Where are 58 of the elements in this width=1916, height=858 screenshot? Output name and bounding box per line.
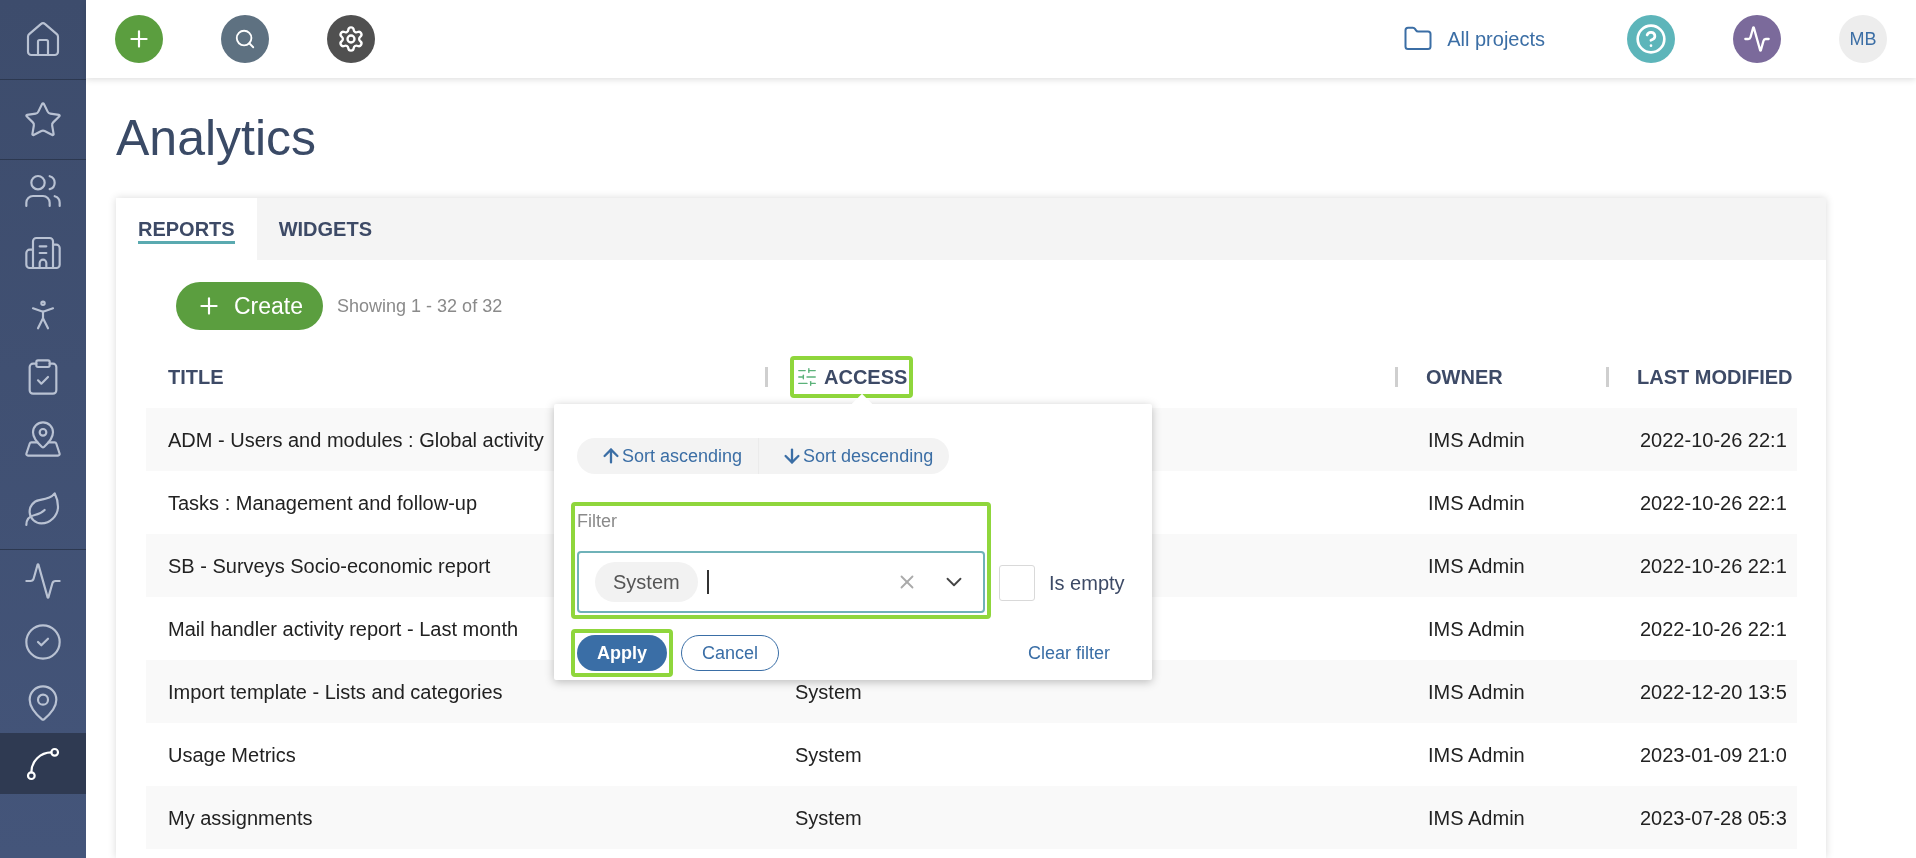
table-cell: My assignments bbox=[168, 806, 313, 829]
user-avatar[interactable]: MB bbox=[1839, 15, 1887, 63]
search-icon bbox=[234, 28, 256, 50]
table-cell: System bbox=[795, 680, 862, 703]
map-pin-icon bbox=[23, 419, 63, 459]
column-header[interactable]: TITLE bbox=[168, 362, 224, 392]
tab[interactable]: REPORTS bbox=[116, 198, 257, 260]
table-cell: 2023-01-09 21:0 bbox=[1640, 743, 1787, 766]
checkbox[interactable] bbox=[999, 565, 1035, 601]
create-button[interactable]: Create bbox=[176, 282, 324, 330]
table-cell: IMS Admin bbox=[1428, 743, 1525, 766]
table-cell: 2022-12-20 13:5 bbox=[1640, 680, 1787, 703]
sidebar-item[interactable] bbox=[0, 733, 86, 794]
table-cell: Import template - Lists and categories bbox=[168, 680, 503, 703]
tab[interactable]: WIDGETS bbox=[256, 198, 395, 260]
add-button[interactable] bbox=[115, 15, 163, 63]
apply-button[interactable]: Apply bbox=[577, 635, 667, 671]
table-cell: System bbox=[795, 806, 862, 829]
page-title: Analytics bbox=[116, 109, 318, 168]
all-projects-link[interactable]: All projects bbox=[1447, 24, 1545, 54]
column-header[interactable]: ACCESS bbox=[824, 362, 908, 392]
filter-label: Filter bbox=[577, 510, 617, 533]
check-circle-icon bbox=[23, 621, 63, 662]
column-header[interactable]: OWNER bbox=[1426, 362, 1503, 392]
settings-button[interactable] bbox=[327, 15, 375, 63]
table-cell: System bbox=[795, 743, 862, 766]
help-button[interactable] bbox=[1627, 15, 1675, 63]
text-cursor bbox=[706, 570, 709, 594]
table-cell: Mail handler activity report - Last month bbox=[168, 617, 519, 640]
table-cell: 2022-10-26 22:1 bbox=[1640, 554, 1787, 577]
table-cell: SB - Surveys Socio-economic report bbox=[168, 554, 491, 577]
search-button[interactable] bbox=[221, 15, 269, 63]
table-cell: 2022-10-26 22:1 bbox=[1640, 428, 1787, 451]
help-icon bbox=[1635, 23, 1667, 55]
filter-chip: System bbox=[595, 562, 698, 602]
table-cell: IMS Admin bbox=[1428, 806, 1525, 829]
filter-select[interactable]: System bbox=[577, 551, 985, 613]
settings-icon bbox=[337, 25, 365, 53]
sort-button[interactable]: Sort ascending bbox=[577, 438, 760, 474]
table-cell: 2022-10-26 22:1 bbox=[1640, 491, 1787, 514]
clear-filter-link[interactable]: Clear filter bbox=[1027, 639, 1110, 667]
table-cell: 2022-10-26 22:1 bbox=[1640, 617, 1787, 640]
column-header[interactable]: LAST MODIFIED bbox=[1637, 362, 1793, 392]
pulse-icon bbox=[1743, 25, 1771, 53]
table-cell: IMS Admin bbox=[1428, 680, 1525, 703]
table-cell: IMS Admin bbox=[1428, 491, 1525, 514]
results-count: Showing 1 - 32 of 32 bbox=[337, 294, 503, 318]
table-cell: Usage Metrics bbox=[168, 743, 296, 766]
table-cell: IMS Admin bbox=[1428, 428, 1525, 451]
checkbox-label: Is empty bbox=[1049, 571, 1125, 596]
table-cell: IMS Admin bbox=[1428, 617, 1525, 640]
table-cell: Tasks : Management and follow-up bbox=[168, 491, 478, 514]
activity-button[interactable] bbox=[1733, 15, 1781, 63]
table-cell: IMS Admin bbox=[1428, 554, 1525, 577]
sort-button[interactable]: Sort descending bbox=[759, 438, 950, 474]
pulse-icon bbox=[23, 560, 63, 601]
table-cell: 2023-07-28 05:3 bbox=[1640, 806, 1787, 829]
table-cell: ADM - Users and modules : Global activity bbox=[168, 428, 544, 451]
